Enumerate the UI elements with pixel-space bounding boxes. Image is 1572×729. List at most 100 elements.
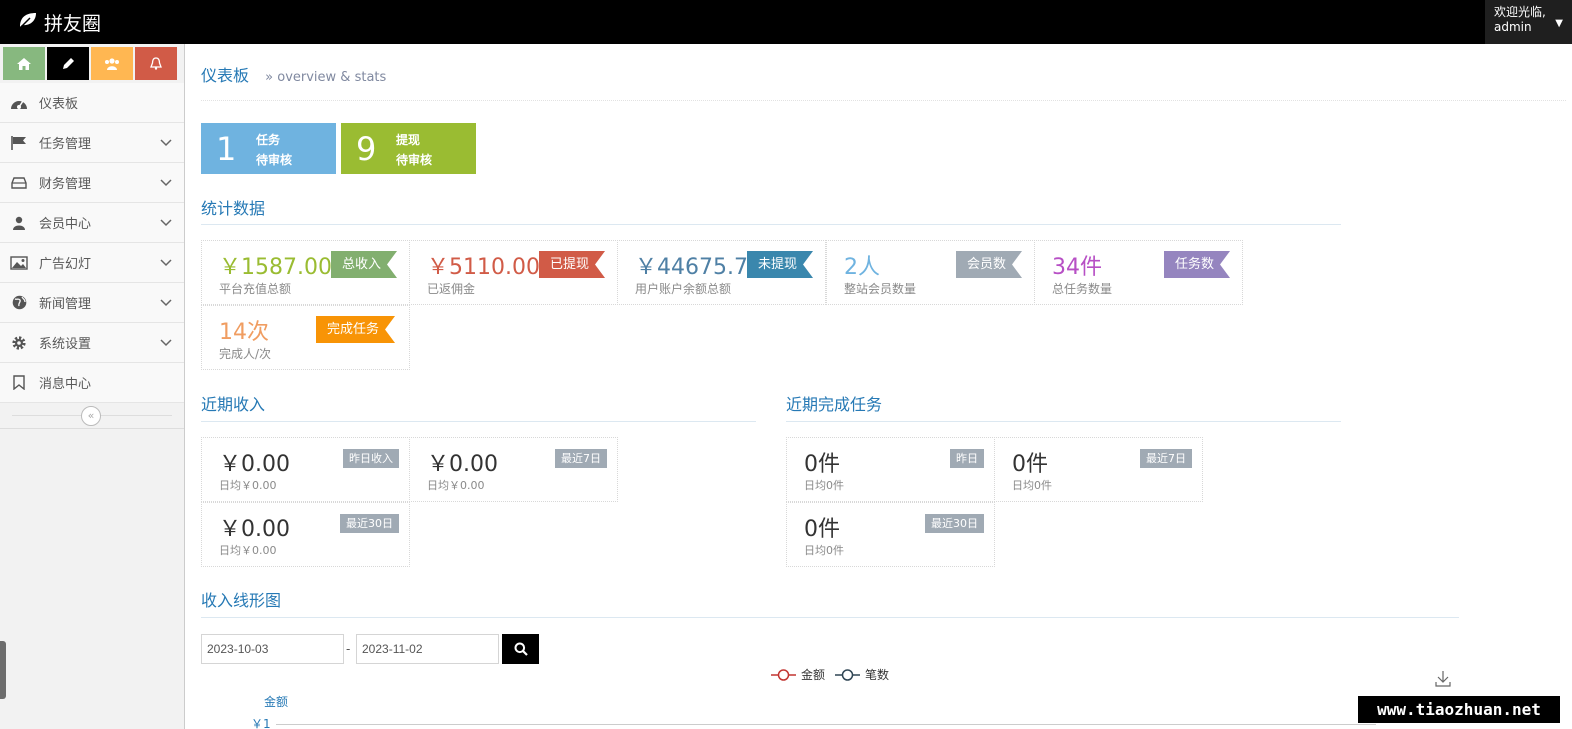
sidebar-item-settings[interactable]: 系统设置 — [0, 323, 184, 363]
stat-desc: 整站会员数量 — [844, 282, 917, 296]
task-badge: 最近7日 — [1140, 449, 1192, 468]
stat-value: ￥1587.00 — [219, 255, 332, 280]
legend-marker-icon — [771, 668, 796, 681]
stat-desc: 总任务数量 — [1052, 282, 1113, 296]
sidebar-item-label: 财务管理 — [39, 177, 92, 192]
income-badge: 最近7日 — [555, 449, 607, 468]
brand-logo[interactable]: 拼友圈 — [18, 9, 101, 36]
sidebar-item-label: 会员中心 — [39, 217, 92, 232]
stat-tag: 会员数 — [956, 251, 1022, 278]
stat-card-members: 2人 整站会员数量 会员数 — [826, 240, 1035, 305]
sidebar-item-label: 新闻管理 — [39, 297, 92, 312]
stat-card-withdrawn: ￥5110.00 已返佣金 已提现 — [409, 240, 618, 305]
legend-item-amount[interactable]: 金额 — [771, 666, 825, 683]
date-separator: - — [346, 642, 351, 656]
sidebar-item-dashboard[interactable]: 仪表板 — [0, 83, 184, 123]
dashboard-icon — [9, 95, 29, 111]
page-title: 仪表板 — [201, 66, 250, 85]
shortcut-home-button[interactable] — [3, 47, 45, 80]
task-card: 0件 日均0件 最近7日 — [994, 437, 1203, 502]
stat-value: ￥5110.00 — [427, 255, 540, 280]
infobox-sublabel: 待审核 — [256, 153, 293, 167]
chevron-down-icon — [160, 176, 172, 191]
chevron-down-icon — [160, 216, 172, 231]
stat-value: 14次 — [219, 320, 269, 345]
chevron-down-icon — [160, 296, 172, 311]
stat-value: 34件 — [1052, 255, 1102, 280]
shortcut-bell-button[interactable] — [135, 47, 177, 80]
date-from-input[interactable] — [201, 634, 344, 664]
infobox-number: 1 — [216, 130, 237, 168]
stat-tag: 已提现 — [539, 251, 605, 278]
infobox-label: 提现 — [396, 133, 421, 147]
stat-card-balance: ￥44675.71 用户账户余额总额 未提现 — [617, 240, 826, 305]
income-desc: 日均￥0.00 — [427, 479, 485, 492]
income-desc: 日均￥0.00 — [219, 479, 277, 492]
income-value: ￥0.00 — [427, 452, 498, 477]
download-icon[interactable] — [1435, 670, 1451, 691]
stat-tag: 任务数 — [1164, 251, 1230, 278]
sidebar-item-finance[interactable]: 财务管理 — [0, 163, 184, 203]
divider — [786, 421, 1341, 422]
sidebar-item-ads[interactable]: 广告幻灯 — [0, 243, 184, 283]
double-chevron-left-icon[interactable]: « — [81, 406, 101, 426]
shortcut-users-button[interactable] — [91, 47, 133, 80]
infobox-label: 任务 — [256, 133, 281, 147]
chevron-down-icon — [160, 136, 172, 151]
task-desc: 日均0件 — [804, 544, 844, 557]
task-value: 0件 — [1012, 452, 1048, 477]
sidebar-item-label: 广告幻灯 — [39, 257, 92, 272]
divider — [201, 421, 756, 422]
task-desc: 日均0件 — [804, 479, 844, 492]
stat-desc: 完成人/次 — [219, 347, 272, 361]
sidebar-item-tasks[interactable]: 任务管理 — [0, 123, 184, 163]
divider — [201, 224, 1341, 225]
income-title: 近期收入 — [201, 395, 266, 414]
chevron-down-icon — [160, 256, 172, 271]
stat-desc: 平台充值总额 — [219, 282, 292, 296]
legend-item-count[interactable]: 笔数 — [835, 666, 889, 683]
sidebar-item-members[interactable]: 会员中心 — [0, 203, 184, 243]
flag-icon — [9, 135, 29, 151]
chart-ytick: ￥1 — [251, 717, 271, 729]
income-desc: 日均￥0.00 — [219, 544, 277, 557]
shortcut-pencil-button[interactable] — [47, 47, 89, 80]
task-desc: 日均0件 — [1012, 479, 1052, 492]
infobox-pending-withdrawals[interactable]: 9 提现 待审核 — [341, 123, 476, 174]
sidebar-collapse-row: « — [0, 399, 184, 429]
income-badge: 昨日收入 — [343, 449, 399, 468]
leaf-icon — [18, 11, 38, 34]
task-badge: 昨日 — [950, 449, 984, 468]
infobox-number: 9 — [356, 130, 377, 168]
bell-icon — [150, 57, 162, 70]
picture-icon — [9, 255, 29, 271]
bookmark-icon — [9, 375, 29, 391]
sidebar-item-messages[interactable]: 消息中心 — [0, 363, 184, 403]
legend-marker-icon — [835, 668, 860, 681]
infobox-pending-tasks[interactable]: 1 任务 待审核 — [201, 123, 336, 174]
stat-desc: 已返佣金 — [427, 282, 476, 296]
sidebar-item-label: 仪表板 — [39, 97, 79, 112]
tasks-title: 近期完成任务 — [786, 395, 883, 414]
search-button[interactable] — [502, 634, 539, 664]
user-icon — [9, 215, 29, 231]
legend-label: 笔数 — [865, 668, 890, 682]
income-card: ￥0.00 日均￥0.00 最近30日 — [201, 502, 410, 567]
income-card: ￥0.00 日均￥0.00 最近7日 — [409, 437, 618, 502]
legend-label: 金额 — [801, 668, 826, 682]
sidebar-item-label: 消息中心 — [39, 377, 92, 392]
caret-down-icon: ▼ — [1555, 18, 1563, 29]
divider — [201, 100, 1566, 101]
sidebar-item-news[interactable]: 新闻管理 — [0, 283, 184, 323]
date-to-input[interactable] — [356, 634, 499, 664]
user-menu[interactable]: 欢迎光临, admin ▼ — [1485, 0, 1572, 44]
task-badge: 最近30日 — [925, 514, 984, 533]
stats-title: 统计数据 — [201, 199, 266, 218]
top-navbar: 拼友圈 欢迎光临, admin ▼ — [0, 0, 1572, 44]
home-icon — [17, 57, 31, 70]
pencil-icon — [62, 58, 74, 69]
task-card: 0件 日均0件 最近30日 — [786, 502, 995, 567]
income-badge: 最近30日 — [340, 514, 399, 533]
side-handle[interactable] — [0, 641, 6, 699]
globe-icon — [9, 295, 29, 311]
